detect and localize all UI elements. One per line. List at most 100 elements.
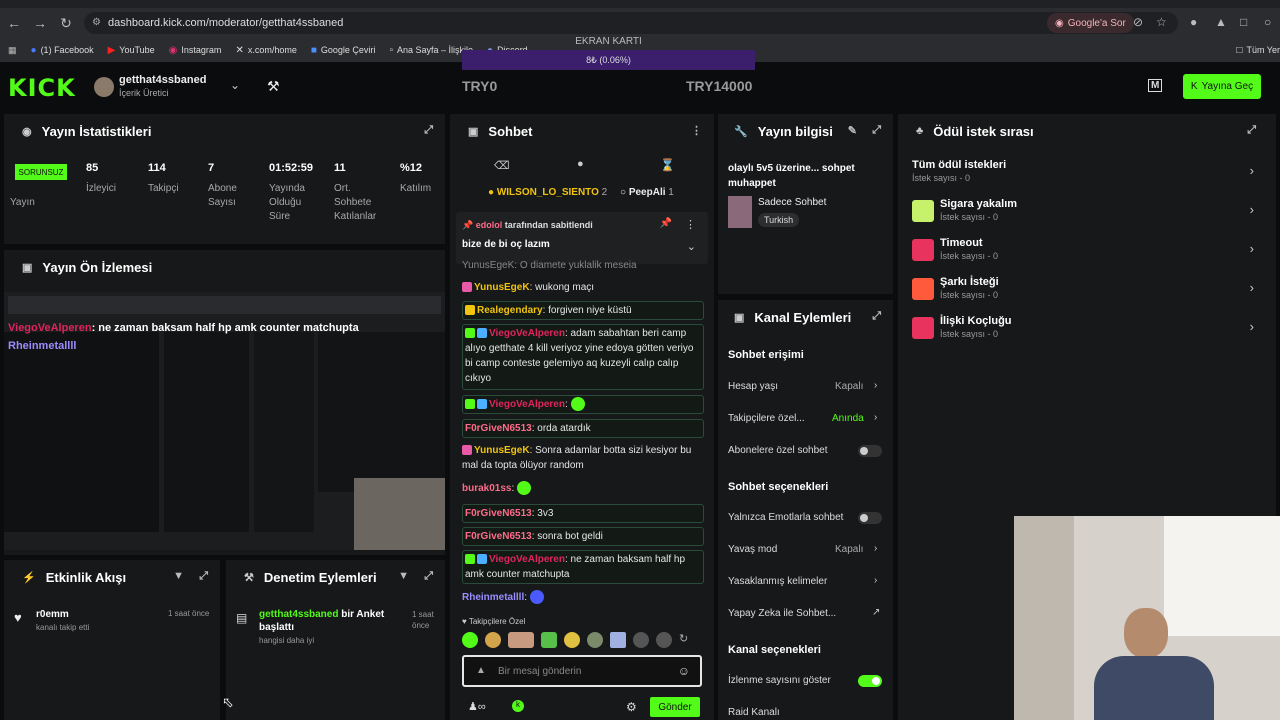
chevron-right-icon[interactable]: ›	[874, 543, 877, 554]
emote-icon[interactable]	[633, 632, 649, 648]
expand-icon[interactable]: ⤢	[199, 570, 208, 583]
filter-icon[interactable]: ▼	[173, 570, 184, 582]
stream-category[interactable]: Sadece Sohbet	[758, 197, 826, 208]
chat-username[interactable]: Rheinmetallll	[462, 592, 524, 603]
expand-icon[interactable]: ⤢	[424, 570, 433, 583]
emote-icon[interactable]	[587, 632, 603, 648]
external-link-icon[interactable]: ↗	[872, 607, 880, 618]
show-viewers-toggle[interactable]	[858, 675, 882, 687]
top-user-2[interactable]: ○ PeepAli 1	[620, 187, 674, 198]
emotes-only-toggle[interactable]	[858, 512, 882, 524]
bookmark-youtube[interactable]: ▶ YouTube	[108, 45, 155, 56]
reload-icon[interactable]: ↻	[54, 11, 78, 35]
chevron-right-icon[interactable]: ›	[874, 575, 877, 586]
raid-channel-item[interactable]: Raid Kanalı	[728, 707, 780, 718]
bookmark-facebook[interactable]: ● (1) Facebook	[31, 45, 94, 56]
account-age-value[interactable]: Kapalı	[835, 381, 863, 392]
hammer-icon[interactable]: ⚒	[267, 78, 280, 95]
chat-input[interactable]: ▲ Bir mesaj gönderin ☺	[462, 655, 702, 687]
chat-username[interactable]: YunusEgeK	[474, 445, 530, 456]
edit-icon[interactable]: ✎	[848, 124, 857, 137]
reward-row[interactable]: Timeout İstek sayısı - 0 ›	[912, 237, 1262, 273]
followers-only-setting-label[interactable]: Takipçilere özel...	[728, 413, 805, 424]
chat-message[interactable]: F0rGiveN6513: orda atardık	[462, 419, 704, 438]
chat-message[interactable]: ViegoVeAlperen: adam sabahtan beri camp …	[462, 324, 704, 390]
chat-username[interactable]: ViegoVeAlperen	[489, 328, 565, 339]
chevron-down-icon[interactable]: ⌄	[687, 240, 696, 253]
refresh-icon[interactable]: ↻	[679, 632, 688, 650]
emote-icon[interactable]	[485, 632, 501, 648]
expand-icon[interactable]: ⤢	[872, 310, 881, 323]
chat-message[interactable]: Rheinmetallll:	[462, 590, 704, 605]
send-button[interactable]: Gönder	[650, 697, 700, 717]
emote-icon[interactable]	[656, 632, 672, 648]
chat-message[interactable]: YunusEgeK: wukong maçı	[462, 280, 704, 295]
chat-message[interactable]: F0rGiveN6513: sonra bot geldi	[462, 527, 704, 546]
reward-row[interactable]: Şarkı İsteği İstek sayısı - 0 ›	[912, 276, 1262, 312]
eye-off-icon[interactable]: ⊘	[1133, 15, 1143, 29]
filter-icon[interactable]: ▼	[398, 570, 409, 582]
followers-only-value[interactable]: Anında	[832, 413, 864, 424]
chat-username[interactable]: Realegendary	[477, 305, 543, 316]
address-bar[interactable]: ⚙ dashboard.kick.com/moderator/getthat4s…	[84, 12, 1178, 34]
emote-icon[interactable]	[462, 632, 478, 648]
chat-username[interactable]: ViegoVeAlperen	[489, 399, 565, 410]
chat-message[interactable]: ViegoVeAlperen: ne zaman baksam half hp …	[462, 550, 704, 584]
forward-icon[interactable]: →	[28, 11, 52, 35]
extension-icon-2[interactable]: ▲	[1215, 15, 1227, 29]
more-options-icon[interactable]: ⋮	[691, 124, 702, 137]
stream-preview-video[interactable]: ViegoVeAlperen: ne zaman baksam half hp …	[4, 292, 445, 550]
reward-row[interactable]: İlişki Koçluğu İstek sayısı - 0 ›	[912, 315, 1262, 351]
top-user-1[interactable]: ● WILSON_LO_SIENTO 2	[488, 187, 607, 198]
expand-icon[interactable]: ⤢	[424, 124, 433, 137]
chat-username[interactable]: F0rGiveN6513	[465, 531, 532, 542]
unpin-icon[interactable]: 📌	[660, 218, 672, 229]
activity-user[interactable]: r0emm	[36, 609, 69, 620]
expand-icon[interactable]: ⤢	[1247, 124, 1256, 137]
chat-message[interactable]: Realegendary: forgiven niye küstü	[462, 301, 704, 320]
chat-message[interactable]: YunusEgeK: Sonra adamlar botta sizi kesi…	[462, 443, 704, 473]
bookmark-home[interactable]: ▫ Ana Sayfa – İlişkile	[389, 45, 473, 56]
go-live-button[interactable]: K Yayına Geç	[1183, 74, 1261, 99]
bookmark-instagram[interactable]: ◉ Instagram	[169, 45, 222, 56]
chat-message[interactable]: F0rGiveN6513: 3v3	[462, 504, 704, 523]
star-icon[interactable]: ☆	[1156, 15, 1167, 29]
slow-mode-label[interactable]: Yavaş mod	[728, 544, 777, 555]
expand-icon[interactable]: ⤢	[872, 124, 881, 137]
chat-message[interactable]: ViegoVeAlperen:	[462, 395, 704, 414]
profile-icon[interactable]: ○	[1264, 15, 1271, 29]
hourglass-icon[interactable]: ⌛	[660, 158, 675, 172]
emote-icon[interactable]	[564, 632, 580, 648]
people-icon[interactable]: ♟∞	[468, 700, 486, 713]
language-tag[interactable]: Turkish	[758, 213, 800, 227]
emote-icon[interactable]	[508, 632, 534, 648]
emote-icon[interactable]	[610, 632, 626, 648]
slow-mode-value[interactable]: Kapalı	[835, 544, 863, 555]
banned-words-item[interactable]: Yasaklanmış kelimeler	[728, 576, 827, 587]
mod-view-icon[interactable]: M	[1148, 79, 1163, 92]
category-thumbnail[interactable]	[728, 196, 752, 228]
account-age-label[interactable]: Hesap yaşı	[728, 381, 778, 392]
emoji-icon[interactable]: ☺	[678, 664, 690, 678]
more-options-icon[interactable]: ⋮	[685, 218, 696, 231]
puzzle-icon[interactable]: □	[1240, 15, 1247, 29]
kick-coin-icon[interactable]: k	[512, 700, 524, 712]
chat-username[interactable]: burak01ss	[462, 483, 511, 494]
reward-row[interactable]: Sigara yakalım İstek sayısı - 0 ›	[912, 198, 1262, 234]
emote-icon[interactable]	[541, 632, 557, 648]
chat-username[interactable]: F0rGiveN6513	[465, 508, 532, 519]
bookmark-translate[interactable]: ■ Google Çeviri	[311, 45, 376, 56]
site-info-icon[interactable]: ⚙	[92, 17, 101, 28]
apps-icon[interactable]: ▦	[8, 45, 17, 56]
chat-username[interactable]: ViegoVeAlperen	[489, 554, 565, 565]
bookmark-x[interactable]: ✕ x.com/home	[235, 45, 296, 56]
extension-icon[interactable]: ●	[1190, 15, 1197, 29]
kick-logo[interactable]: KICK	[8, 74, 76, 102]
subs-only-toggle[interactable]	[858, 445, 882, 457]
message-icon[interactable]: ●	[577, 158, 584, 170]
chevron-right-icon[interactable]: ›	[874, 412, 877, 423]
chevron-down-icon[interactable]: ⌄	[230, 78, 240, 92]
chat-username[interactable]: F0rGiveN6513	[465, 423, 532, 434]
gear-icon[interactable]: ⚙	[626, 700, 637, 714]
chat-username[interactable]: YunusEgeK	[474, 282, 530, 293]
